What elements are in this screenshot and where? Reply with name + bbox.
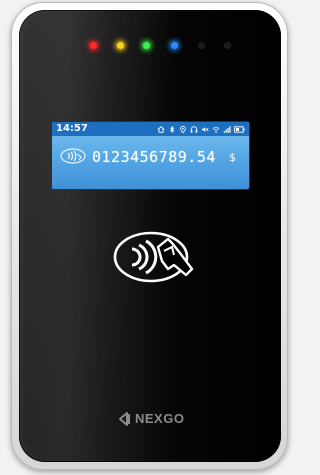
device-face: 14:57 0123456789.54 $ NEXGO: [19, 10, 281, 462]
nexgo-logo-icon: [119, 412, 130, 426]
headphones-icon: [190, 125, 198, 133]
wifi-icon: [212, 126, 220, 133]
lcd-amount-area: 0123456789.54 $: [52, 136, 249, 189]
brand-logo: NEXGO: [118, 411, 184, 427]
location-icon: [180, 125, 186, 133]
lcd-time: 14:57: [56, 123, 88, 134]
lcd-status-bar: 14:57: [52, 122, 249, 136]
led-off: [198, 42, 205, 49]
led-green: [143, 42, 150, 49]
lcd-status-icons: [157, 124, 245, 134]
currency-symbol: $: [229, 151, 236, 164]
home-icon: [157, 125, 165, 133]
battery-icon: [234, 125, 245, 133]
led-off: [224, 42, 231, 49]
led-indicator-row: [19, 42, 281, 52]
page: 14:57 0123456789.54 $ NEXGO: [0, 0, 294, 475]
led-blue: [171, 42, 178, 49]
led-red: [90, 42, 97, 49]
brand-name: NEXGO: [135, 411, 185, 426]
signal-icon: [223, 125, 231, 133]
amount-display: 0123456789.54: [92, 148, 216, 166]
lcd-display: 14:57 0123456789.54 $: [52, 122, 249, 189]
volume-icon: [201, 126, 209, 132]
contactless-small-icon: [60, 148, 86, 164]
bluetooth-icon: [170, 125, 175, 133]
led-yellow: [117, 42, 124, 49]
contactless-tap-icon: [113, 231, 194, 283]
